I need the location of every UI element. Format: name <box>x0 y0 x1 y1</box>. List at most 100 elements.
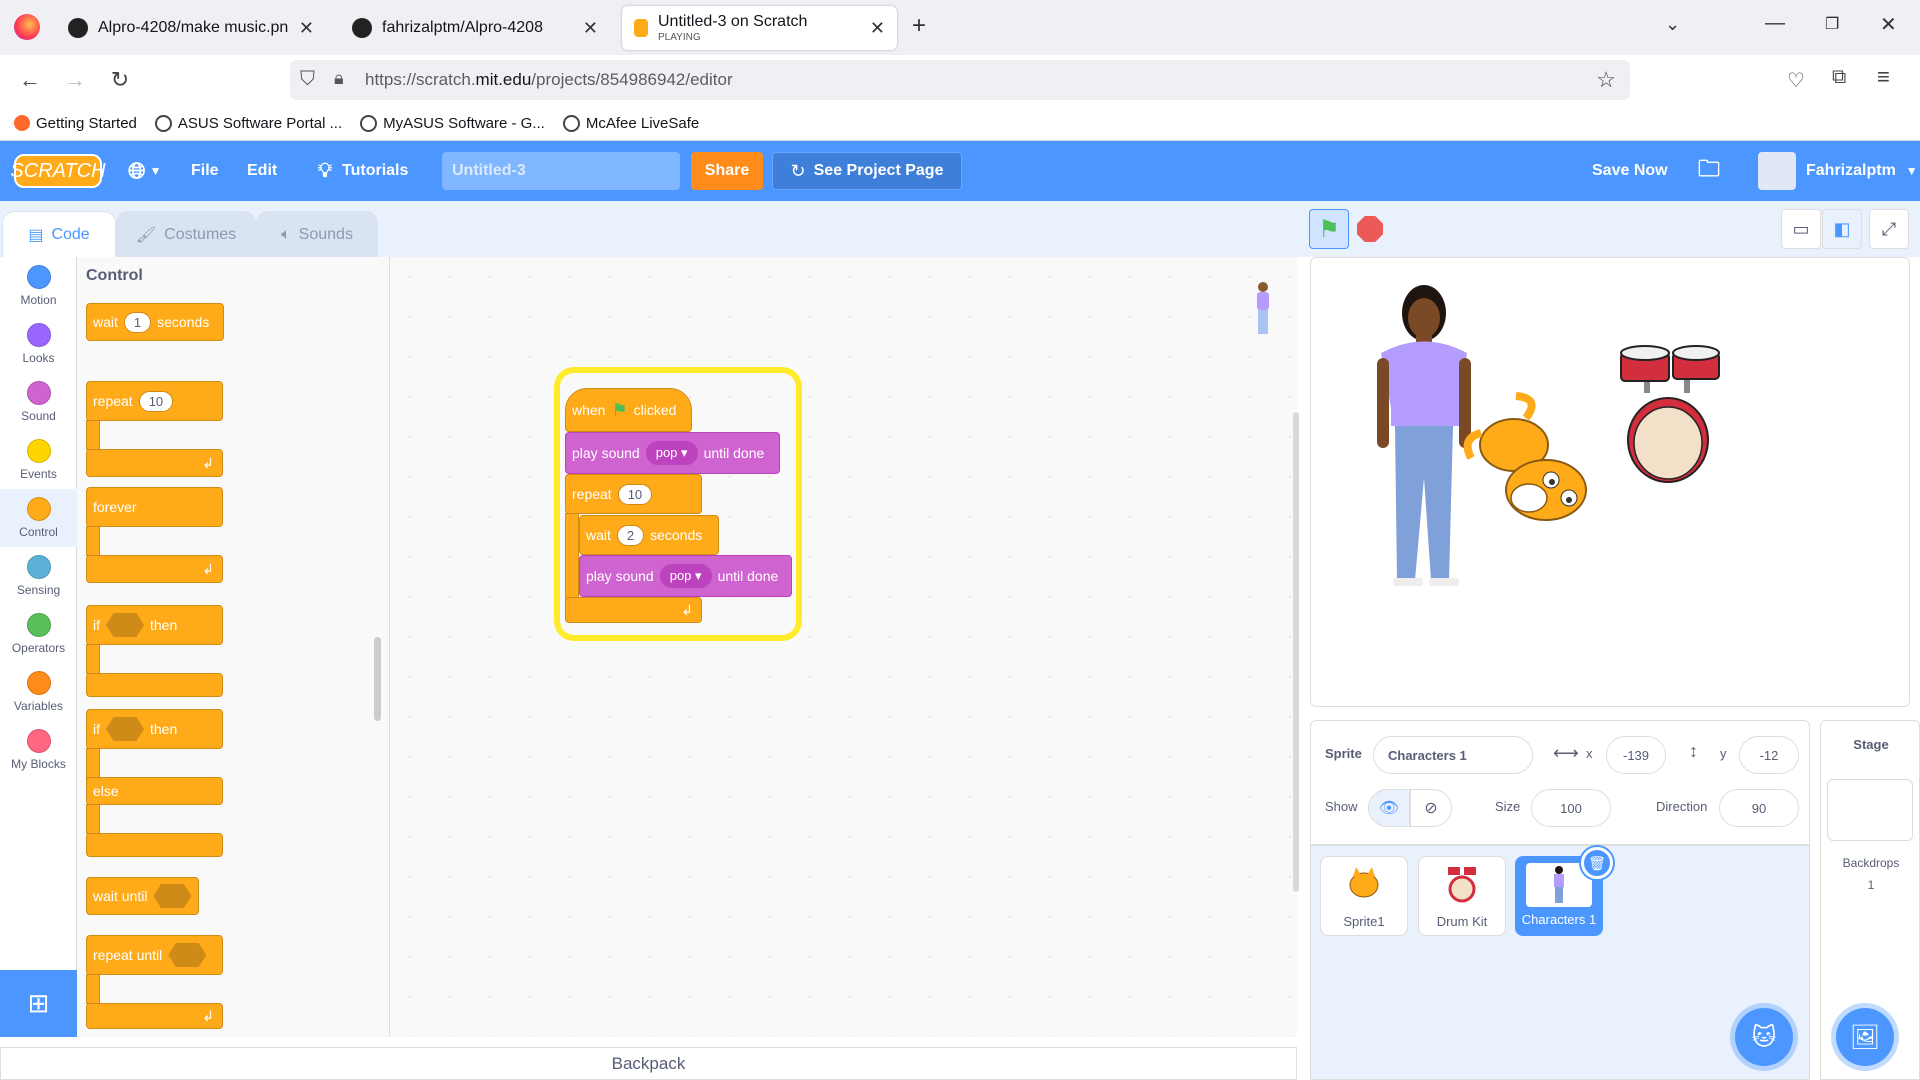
block-repeat[interactable]: repeat 10 <box>86 381 223 421</box>
globe-icon <box>562 114 580 132</box>
block-if-else[interactable]: if then <box>86 709 223 749</box>
minimize-icon[interactable]: — <box>1765 12 1785 35</box>
sound-dropdown[interactable]: pop ▾ <box>645 441 698 465</box>
choose-backdrop-button[interactable]: 🖼︎ <box>1836 1008 1894 1066</box>
restore-icon[interactable]: ❐ <box>1825 14 1839 34</box>
green-flag-button[interactable]: ⚑ <box>1309 209 1349 249</box>
add-extension-button[interactable]: ⊞ <box>0 970 77 1037</box>
language-globe-icon[interactable]: 🌐︎ ▼ <box>128 141 162 201</box>
file-menu[interactable]: File <box>191 141 219 201</box>
reload-icon[interactable]: ↻ <box>107 67 133 93</box>
scratch-logo[interactable]: SCRATCH <box>10 154 106 188</box>
block-repeat-until-foot[interactable]: ↲ <box>86 1003 223 1029</box>
block-repeat-until[interactable]: repeat until <box>86 935 223 975</box>
stage-canvas[interactable] <box>1310 257 1910 707</box>
block-repeat-foot[interactable]: ↲ <box>86 449 223 477</box>
backpack-bar[interactable]: Backpack <box>0 1047 1297 1080</box>
forward-arrow-icon[interactable]: → <box>62 67 88 93</box>
category-sound[interactable]: Sound <box>0 373 77 431</box>
show-hidden-toggle[interactable]: ⊘ <box>1410 789 1452 827</box>
my-stuff-folder-icon[interactable]: 🗀 <box>1698 141 1720 201</box>
close-icon[interactable]: ✕ <box>870 18 885 39</box>
block-wait-until[interactable]: wait until <box>86 877 199 915</box>
project-title-input[interactable]: Untitled-3 <box>442 152 680 190</box>
account-menu[interactable]: Fahrizalptm ▼ <box>1758 141 1918 201</box>
window-close-icon[interactable]: ✕ <box>1880 12 1897 37</box>
x-position-input[interactable]: -139 <box>1606 736 1666 774</box>
drum-thumbnail-icon <box>1448 867 1476 903</box>
category-motion[interactable]: Motion <box>0 257 77 315</box>
bookmark-item[interactable]: McAfee LiveSafe <box>562 114 699 132</box>
tab-costumes[interactable]: 🖌︎ Costumes <box>116 211 256 257</box>
tutorials-button[interactable]: 💡︎ Tutorials <box>318 141 408 201</box>
category-events[interactable]: Events <box>0 431 77 489</box>
category-control[interactable]: Control <box>0 489 77 547</box>
stop-sign-icon[interactable] <box>1357 216 1383 242</box>
sprite-thumb-sprite1[interactable]: Sprite1 <box>1320 856 1408 936</box>
palette-scrollbar[interactable] <box>374 637 381 721</box>
show-visible-toggle[interactable]: 👁︎ <box>1368 789 1410 827</box>
choose-sprite-button[interactable]: 🐱︎ <box>1735 1008 1793 1066</box>
tab-code[interactable]: ▤ Code <box>2 211 116 257</box>
browser-tab-2[interactable]: fahrizalptm/Alpro-4208 ✕ <box>340 6 610 50</box>
chevron-down-icon: ▼ <box>1905 164 1918 178</box>
block-forever[interactable]: forever <box>86 487 223 527</box>
close-icon[interactable]: ✕ <box>299 18 314 39</box>
firefox-icon[interactable] <box>14 14 40 40</box>
block-if-foot[interactable] <box>86 673 223 697</box>
close-icon[interactable]: ✕ <box>583 18 598 39</box>
sound-dropdown[interactable]: pop ▾ <box>659 564 712 588</box>
tab-sounds[interactable]: 🔈︎ Sounds <box>256 211 378 257</box>
edit-menu[interactable]: Edit <box>247 141 277 201</box>
save-now-button[interactable]: Save Now <box>1592 141 1668 201</box>
size-input[interactable]: 100 <box>1531 789 1611 827</box>
direction-input[interactable]: 90 <box>1719 789 1799 827</box>
normal-stage-button[interactable]: ◧ <box>1822 209 1862 249</box>
green-flag-icon: ⚑ <box>1318 215 1340 243</box>
bookmark-item[interactable]: MyASUS Software - G... <box>360 114 545 132</box>
sprite-thumb-drum-kit[interactable]: Drum Kit <box>1418 856 1506 936</box>
script-scrollbar[interactable] <box>1293 412 1299 892</box>
block-when-flag-clicked[interactable]: when ⚑ clicked <box>565 388 692 432</box>
boolean-slot <box>153 884 192 908</box>
category-sensing[interactable]: Sensing <box>0 547 77 605</box>
menu-hamburger-icon[interactable]: ≡ <box>1877 64 1890 90</box>
extensions-icon[interactable]: ⧉ <box>1832 66 1846 89</box>
back-arrow-icon[interactable]: ← <box>17 67 43 93</box>
block-repeat-foot[interactable]: ↲ <box>565 597 702 623</box>
backdrop-thumbnail[interactable] <box>1827 779 1913 841</box>
small-stage-button[interactable]: ▭ <box>1781 209 1821 249</box>
see-project-page-button[interactable]: ↻ See Project Page <box>772 152 962 190</box>
block-play-sound-until-done[interactable]: play sound pop ▾ until done <box>579 555 792 597</box>
url-bar[interactable]: ⛉ 🔒︎ https://scratch. mit.edu/projects/85… <box>290 60 1630 100</box>
bookmark-item[interactable]: ASUS Software Portal ... <box>154 114 342 132</box>
script-area[interactable]: ⊕ ⊖ = <box>390 257 1658 1041</box>
block-wait[interactable]: wait 2 seconds <box>579 515 719 555</box>
block-play-sound-until-done[interactable]: play sound pop ▾ until done <box>565 432 780 474</box>
block-if-else-foot[interactable] <box>86 833 223 857</box>
pocket-icon[interactable]: ♡ <box>1787 68 1805 93</box>
block-repeat[interactable]: repeat 10 <box>565 474 702 514</box>
browser-tab-3[interactable]: Untitled-3 on Scratch PLAYING ✕ <box>622 6 897 50</box>
fullscreen-button[interactable]: ⤢ <box>1869 209 1909 249</box>
block-forever-foot[interactable]: ↲ <box>86 555 223 583</box>
category-my-blocks[interactable]: My Blocks <box>0 721 77 779</box>
delete-sprite-button[interactable]: 🗑︎ <box>1581 847 1613 879</box>
list-tabs-chevron-icon[interactable]: ⌄ <box>1665 14 1680 35</box>
browser-tab-1[interactable]: Alpro-4208/make music.png at ✕ <box>56 6 326 50</box>
sprite-preview-icon <box>1257 282 1269 334</box>
share-button[interactable]: Share <box>691 152 763 190</box>
bookmark-item[interactable]: Getting Started <box>14 115 137 132</box>
category-operators[interactable]: Operators <box>0 605 77 663</box>
sprite-name-input[interactable]: Characters 1 <box>1373 736 1533 774</box>
lock-icon[interactable]: 🔒︎ <box>334 68 344 89</box>
shield-icon[interactable]: ⛉ <box>300 68 315 91</box>
new-tab-plus-icon[interactable]: + <box>912 12 926 40</box>
block-if-then[interactable]: if then <box>86 605 223 645</box>
category-looks[interactable]: Looks <box>0 315 77 373</box>
block-wait[interactable]: wait 1 seconds <box>86 303 224 341</box>
category-variables[interactable]: Variables <box>0 663 77 721</box>
block-else-row[interactable]: else <box>86 777 223 805</box>
y-position-input[interactable]: -12 <box>1739 736 1799 774</box>
bookmark-star-icon[interactable]: ☆ <box>1596 67 1616 93</box>
